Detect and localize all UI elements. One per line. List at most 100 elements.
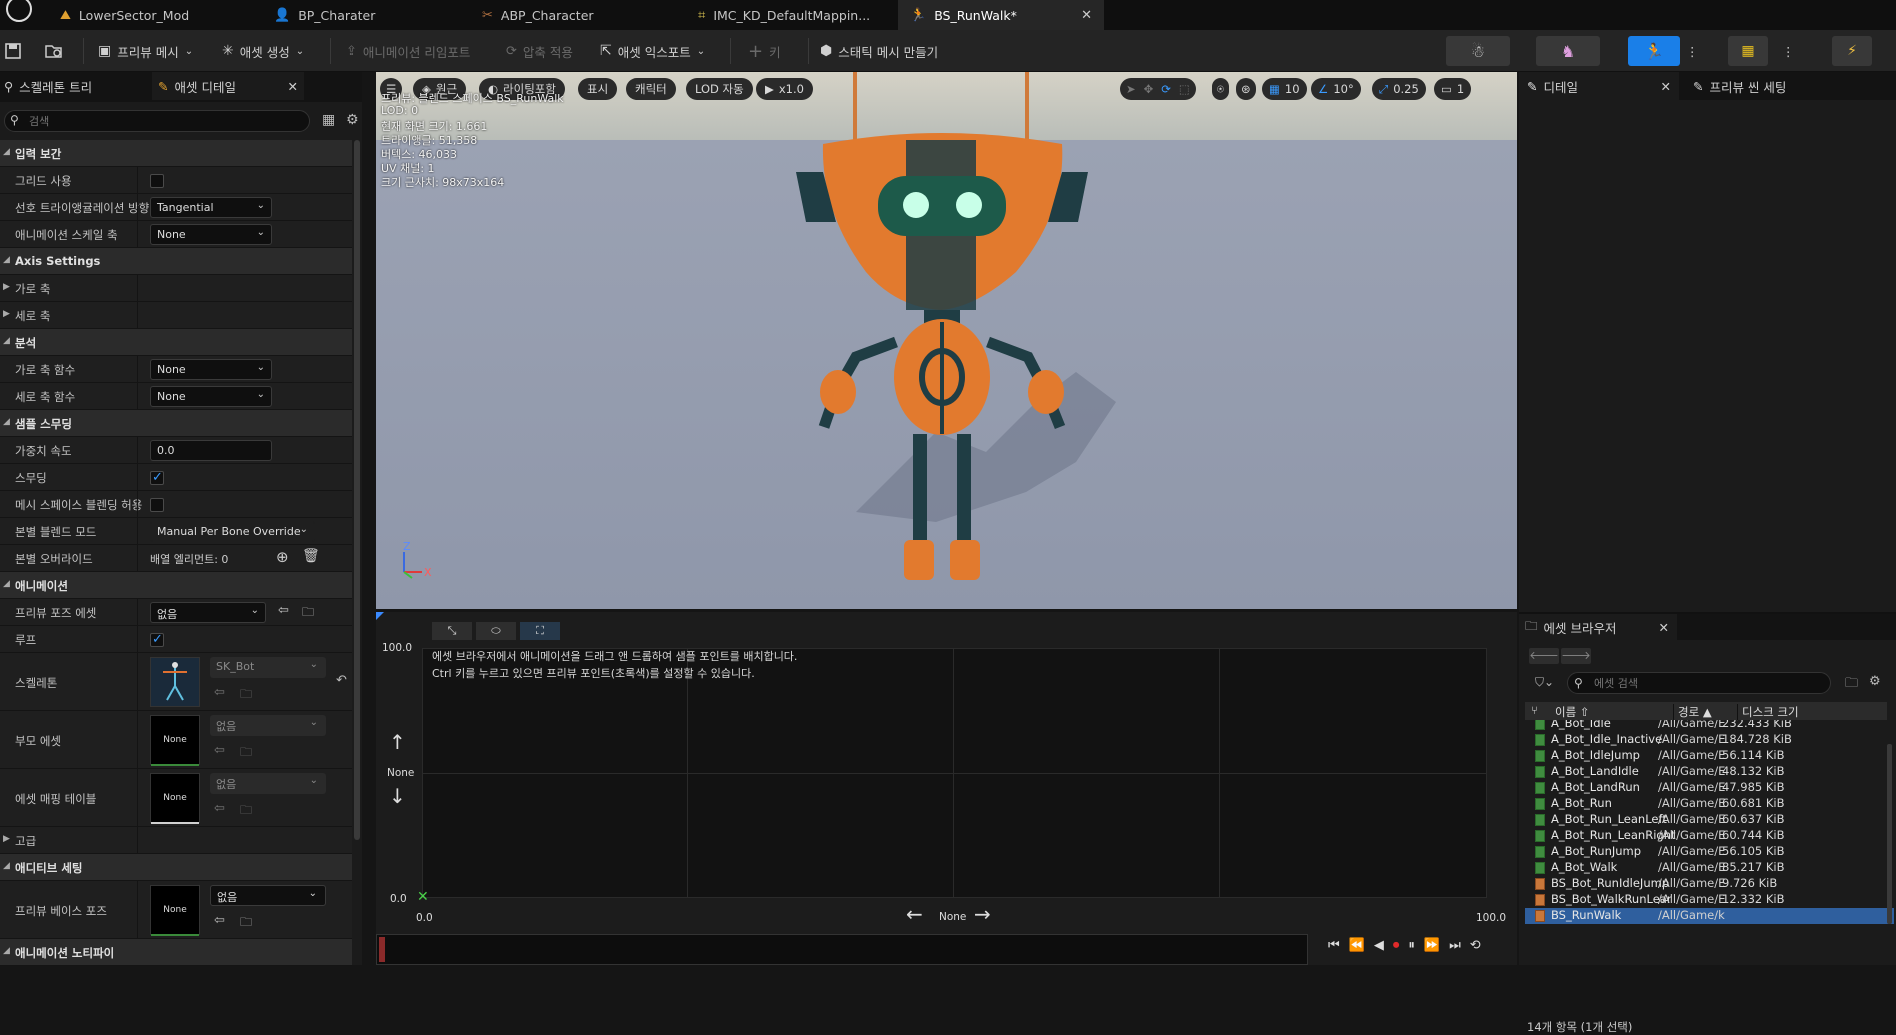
tab-skeleton-tree[interactable]: ⚲ 스켈레톤 트리 — [0, 72, 150, 100]
section-axis-settings[interactable]: ◢ Axis Settings — [0, 248, 352, 275]
loop-icon[interactable]: ⟲ — [1470, 938, 1481, 953]
base-pose-thumbnail[interactable]: None — [150, 885, 200, 936]
tab-preview-scene-settings[interactable]: ✎ 프리뷰 씬 세팅 — [1687, 72, 1887, 100]
back-button[interactable]: 🡐 — [1529, 648, 1559, 664]
browse-asset-button[interactable] — [44, 36, 68, 66]
details-search-box[interactable]: ⚲ — [4, 110, 310, 132]
preview-mesh-dropdown[interactable]: ▣ 프리뷰 메시 ⌄ — [98, 36, 193, 66]
timeline-scrubber[interactable] — [376, 934, 1308, 965]
reset-arrow-icon[interactable]: ↶ — [336, 673, 347, 688]
list-item[interactable]: A_Bot_Run_LeanRight/All/Game/E 60.744 KiB — [1525, 828, 1894, 844]
section-animation[interactable]: ◢ 애니메이션 — [0, 572, 352, 599]
playhead[interactable] — [379, 937, 385, 962]
col-name-header[interactable]: 이름 ⇧ — [1555, 704, 1589, 720]
make-static-mesh-button[interactable]: ⬢ 스태틱 메시 만들기 — [820, 36, 938, 66]
close-tab-icon[interactable]: ✕ — [1661, 79, 1671, 94]
section-input-interp[interactable]: ◢ 입력 보간 — [0, 140, 352, 167]
h-axis-func-dropdown[interactable]: None ⌄ — [150, 359, 272, 380]
base-pose-dropdown[interactable]: 없음 ⌄ — [210, 885, 326, 906]
section-anim-notify[interactable]: ◢ 애니메이션 노티파이 — [0, 939, 352, 966]
prop-advanced[interactable]: ▶ 고급 — [0, 827, 352, 854]
per-bone-mode-dropdown[interactable]: Manual Per Bone Override ⌄ — [150, 521, 315, 542]
v-axis-func-dropdown[interactable]: None ⌄ — [150, 386, 272, 407]
tab-bp-charater[interactable]: 👤 BP_Charater — [262, 0, 467, 30]
prop-v-axis[interactable]: ▶ 세로 축 — [0, 302, 352, 329]
browse-icon[interactable]: 🗀 — [240, 801, 252, 822]
playback-speed-button[interactable]: ▶ x1.0 — [756, 78, 813, 100]
step-forward-icon[interactable]: ⏩ — [1424, 938, 1440, 953]
use-selected-icon[interactable]: ⇦ — [214, 743, 225, 758]
list-item[interactable]: A_Bot_Run/All/Game/E 60.681 KiB — [1525, 796, 1894, 812]
list-item[interactable]: BS_Bot_RunIdleJump/All/Game/E 9.726 KiB — [1525, 876, 1894, 892]
camera-speed-button[interactable]: ▭ 1 — [1434, 78, 1472, 100]
close-tab-icon[interactable]: ✕ — [288, 79, 298, 94]
gear-icon[interactable]: ⚙ — [346, 112, 359, 128]
preview-pose-dropdown[interactable]: 없음 ⌄ — [150, 602, 266, 623]
loop-checkbox[interactable] — [150, 632, 164, 647]
forward-button[interactable]: 🡒 — [1561, 648, 1591, 664]
browse-icon[interactable]: 🗀 — [240, 685, 252, 706]
mapping-table-thumbnail[interactable]: None — [150, 773, 200, 824]
use-selected-icon[interactable]: ⇦ — [214, 913, 225, 928]
animation-mode-button[interactable]: 🏃 — [1628, 36, 1680, 66]
record-icon[interactable]: ⏺ — [1393, 938, 1400, 953]
details-scrollbar[interactable] — [354, 140, 360, 840]
lod-button[interactable]: LOD 자동 — [686, 78, 753, 100]
list-item[interactable]: A_Bot_LandRun/All/Game/E 47.985 KiB — [1525, 780, 1894, 796]
select-arrow-icon[interactable]: ➤ — [1126, 82, 1136, 96]
list-item[interactable]: A_Bot_Walk/All/Game/E 85.217 KiB — [1525, 860, 1894, 876]
world-local-button[interactable]: ⊛ — [1236, 78, 1256, 100]
blueprint-mode-options[interactable]: ⋮ — [1782, 36, 1795, 66]
folder-icon[interactable]: 🗀 — [1845, 674, 1858, 696]
col-path-header[interactable]: 경로 ▲ — [1673, 704, 1712, 720]
parent-asset-dropdown[interactable]: 없음 ⌄ — [210, 715, 326, 736]
tab-details[interactable]: ✎ 디테일 ✕ — [1519, 72, 1679, 100]
scale-axis-dropdown[interactable]: None ⌄ — [150, 224, 272, 245]
section-analysis[interactable]: ◢ 분석 — [0, 329, 352, 356]
grid-snap-button[interactable]: ▦ 10 — [1262, 78, 1307, 100]
close-tab-icon[interactable]: ✕ — [1659, 620, 1669, 635]
smoothing-checkbox[interactable] — [150, 470, 164, 485]
scale-icon[interactable]: ⬚ — [1179, 82, 1190, 96]
chevron-right-icon[interactable]: ▶ — [3, 309, 10, 319]
chevron-right-icon[interactable]: ▶ — [3, 834, 10, 844]
trash-icon[interactable]: 🗑 — [302, 548, 320, 564]
list-item[interactable]: A_Bot_LandIdle/All/Game/E 48.132 KiB — [1525, 764, 1894, 780]
rotation-snap-button[interactable]: ∠ 10° — [1311, 78, 1361, 100]
reimport-animation-button[interactable]: ⇪ 애니메이션 리임포트 — [346, 36, 470, 66]
scale-snap-button[interactable]: ⤢ 0.25 — [1372, 78, 1426, 100]
parent-asset-thumbnail[interactable]: None — [150, 715, 200, 766]
show-samples-button[interactable]: ⛶ — [520, 622, 560, 640]
filter-icon[interactable]: ⛉⌄ — [1535, 675, 1554, 690]
asset-list-scrollbar[interactable] — [1887, 744, 1892, 924]
asset-search-input[interactable] — [1594, 675, 1824, 691]
section-additive-settings[interactable]: ◢ 애디티브 세팅 — [0, 854, 352, 881]
list-item[interactable]: A_Bot_Idle/All/Game/E 232.433 KiB — [1525, 720, 1894, 732]
tab-asset-browser[interactable]: 🗀 에셋 브라우저 ✕ — [1519, 614, 1677, 640]
triangulation-toggle-button[interactable]: ⬭ — [476, 622, 516, 640]
mesh-mode-button[interactable]: ♞ — [1536, 36, 1600, 66]
branch-icon[interactable]: ⑂ — [1531, 703, 1538, 717]
character-button[interactable]: 캐릭터 — [626, 78, 676, 100]
use-selected-icon[interactable]: ⇦ — [278, 603, 289, 618]
use-selected-icon[interactable]: ⇦ — [214, 801, 225, 816]
mapping-table-dropdown[interactable]: 없음 ⌄ — [210, 773, 326, 794]
pause-icon[interactable]: ⏸ — [1408, 938, 1415, 953]
tab-abp-character[interactable]: ✂ ABP_Character — [470, 0, 680, 30]
skeleton-mode-button[interactable]: ☃ — [1446, 36, 1510, 66]
skeleton-dropdown[interactable]: SK_Bot ⌄ — [210, 657, 326, 678]
add-element-icon[interactable]: ⊕ — [276, 548, 289, 566]
skip-to-start-icon[interactable]: ⏮ — [1328, 938, 1340, 953]
preview-point-marker[interactable]: ✕ — [417, 889, 429, 905]
list-item[interactable]: A_Bot_RunJump/All/Game/E 56.105 KiB — [1525, 844, 1894, 860]
table-view-icon[interactable]: ▦ — [322, 112, 335, 128]
tab-bs-runwalk[interactable]: 🏃 BS_RunWalk* ✕ — [898, 0, 1104, 30]
use-grid-checkbox[interactable] — [150, 174, 164, 188]
move-icon[interactable]: ✥ — [1144, 82, 1154, 96]
skeleton-thumbnail[interactable] — [150, 657, 200, 707]
section-sample-smoothing[interactable]: ◢ 샘플 스무딩 — [0, 410, 352, 437]
skip-to-end-icon[interactable]: ⏭ — [1449, 938, 1461, 953]
close-tab-icon[interactable]: ✕ — [1081, 8, 1092, 23]
tab-imc-default-mapping[interactable]: ⌗ IMC_KD_DefaultMappin... — [686, 0, 896, 30]
preview-viewport[interactable]: Z X ☰ ◈ 원근 ◐ 라이팅포함 표시 캐릭터 LOD 자동 ▶ x1.0 ➤ ✥ ⟳… — [376, 72, 1517, 609]
